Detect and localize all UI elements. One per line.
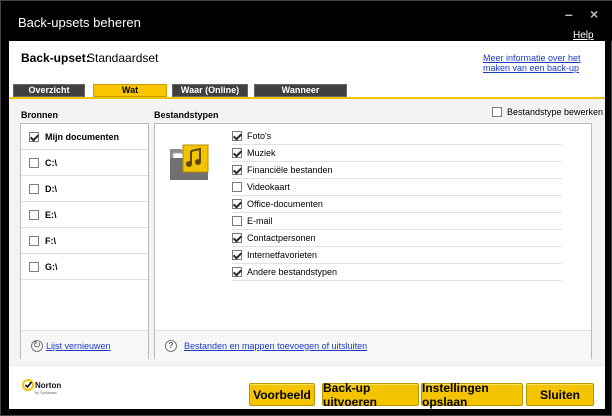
help-link[interactable]: Help <box>573 30 594 41</box>
source-checkbox[interactable] <box>29 157 39 168</box>
bottom-bar: Norton by Symantec Voorbeeld Back-up uit… <box>9 365 605 409</box>
filetype-checkbox[interactable] <box>232 250 242 260</box>
tab-wanneer[interactable]: Wanneer (Automatisch) <box>254 84 347 106</box>
source-item-d[interactable]: D:\ <box>21 176 148 202</box>
filetype-item-fotos[interactable]: Foto's <box>232 128 562 145</box>
preview-button[interactable]: Voorbeeld <box>249 383 315 406</box>
filetype-item-andere-bestandstypen[interactable]: Andere bestandstypen <box>232 264 562 281</box>
backup-set-name: Standaardset <box>87 51 159 65</box>
source-label: F:\ <box>45 235 56 246</box>
filetype-label: Contactpersonen <box>247 233 316 243</box>
filetype-checkbox[interactable] <box>232 216 242 226</box>
filetype-label: Andere bestandstypen <box>247 267 338 277</box>
manage-files-link[interactable]: Bestanden en mappen toevoegen of uitslui… <box>184 341 367 351</box>
filetype-item-muziek[interactable]: Muziek <box>232 145 562 162</box>
source-checkbox[interactable] <box>29 183 39 194</box>
filetype-item-financiele-bestanden[interactable]: Financiële bestanden <box>232 162 562 179</box>
sources-title: Bronnen <box>21 110 58 120</box>
source-label: G:\ <box>45 261 58 272</box>
source-checkbox[interactable] <box>29 235 39 246</box>
filetypes-footer: ? Bestanden en mappen toevoegen of uitsl… <box>155 330 591 360</box>
source-item-g[interactable]: G:\ <box>21 254 148 280</box>
refresh-list-link[interactable]: Lijst vernieuwen <box>46 341 111 351</box>
filetype-label: E-mail <box>247 216 273 226</box>
source-checkbox[interactable] <box>29 261 39 272</box>
source-item-mijn-documenten[interactable]: Mijn documenten <box>21 124 148 150</box>
sources-panel: Mijn documenten C:\ D:\ E:\ F:\ G:\ ↻ Li… <box>20 123 149 360</box>
edit-filetype-label: Bestandstype bewerken <box>507 107 604 117</box>
backup-info-link[interactable]: Meer informatie over het maken van een b… <box>483 53 603 73</box>
filetype-item-e-mail[interactable]: E-mail <box>232 213 562 230</box>
run-backup-button[interactable]: Back-up uitvoeren <box>322 381 419 409</box>
refresh-icon[interactable]: ↻ <box>31 339 43 352</box>
filetype-checkbox[interactable] <box>232 148 242 158</box>
edit-filetype-checkbox[interactable] <box>492 107 502 117</box>
source-item-e[interactable]: E:\ <box>21 202 148 228</box>
main-content: Back-upset: Standaardset Meer informatie… <box>9 41 605 409</box>
backup-set-header: Back-upset: Standaardset Meer informatie… <box>9 41 605 85</box>
filetype-checkbox[interactable] <box>232 165 242 175</box>
filetype-item-contactpersonen[interactable]: Contactpersonen <box>232 230 562 247</box>
tab-waar[interactable]: Waar (Online) <box>172 84 248 97</box>
filetypes-panel: Foto's Muziek Financiële bestanden Video… <box>154 123 592 360</box>
backup-sets-window: Back-upsets beheren – × Help Back-upset:… <box>0 0 612 416</box>
save-settings-button[interactable]: Instellingen opslaan <box>421 381 523 409</box>
source-label: D:\ <box>45 183 57 194</box>
source-label: Mijn documenten <box>45 131 119 142</box>
filetype-item-internetfavorieten[interactable]: Internetfavorieten <box>232 247 562 264</box>
norton-logo: Norton by Symantec <box>22 379 61 395</box>
svg-text:Norton: Norton <box>35 381 61 390</box>
filetype-label: Muziek <box>247 148 276 158</box>
minimize-button[interactable]: – <box>565 7 573 21</box>
source-label: E:\ <box>45 209 57 220</box>
window-title: Back-upsets beheren <box>18 15 141 30</box>
filetype-label: Foto's <box>247 131 272 141</box>
filetype-label: Videokaart <box>247 182 290 192</box>
filetype-checkbox[interactable] <box>232 233 242 243</box>
source-checkbox[interactable] <box>29 209 39 220</box>
sources-footer: ↻ Lijst vernieuwen <box>21 330 148 360</box>
source-item-f[interactable]: F:\ <box>21 228 148 254</box>
filetype-item-office-documenten[interactable]: Office-documenten <box>232 196 562 213</box>
filetype-checkbox[interactable] <box>232 199 242 209</box>
backup-set-label: Back-upset: <box>21 51 90 65</box>
tab-wat[interactable]: Wat <box>93 84 167 97</box>
source-item-c[interactable]: C:\ <box>21 150 148 176</box>
svg-text:by Symantec: by Symantec <box>35 391 57 395</box>
music-folder-icon <box>170 144 209 180</box>
filetype-checkbox[interactable] <box>232 131 242 141</box>
filetypes-title: Bestandstypen <box>154 110 219 120</box>
filetype-item-videokaart[interactable]: Videokaart <box>232 179 562 196</box>
question-icon[interactable]: ? <box>165 339 177 352</box>
edit-filetype-toggle[interactable]: Bestandstype bewerken <box>492 107 603 117</box>
filetype-label: Financiële bestanden <box>247 165 333 175</box>
filetype-label: Internetfavorieten <box>247 250 318 260</box>
source-label: C:\ <box>45 157 57 168</box>
filetype-checkbox[interactable] <box>232 267 242 277</box>
filetype-label: Office-documenten <box>247 199 323 209</box>
source-checkbox[interactable] <box>29 131 39 142</box>
tab-overzicht[interactable]: Overzicht <box>13 84 85 97</box>
tab-bar: Overzicht Wat Waar (Online) Wanneer (Aut… <box>9 84 605 106</box>
close-button[interactable]: Sluiten <box>526 383 594 406</box>
close-window-button[interactable]: × <box>590 7 598 21</box>
tab-content: Bronnen Bestandstypen Bestandstype bewer… <box>9 99 605 365</box>
filetype-checkbox[interactable] <box>232 182 242 192</box>
title-bar: Back-upsets beheren – × Help <box>1 1 612 41</box>
